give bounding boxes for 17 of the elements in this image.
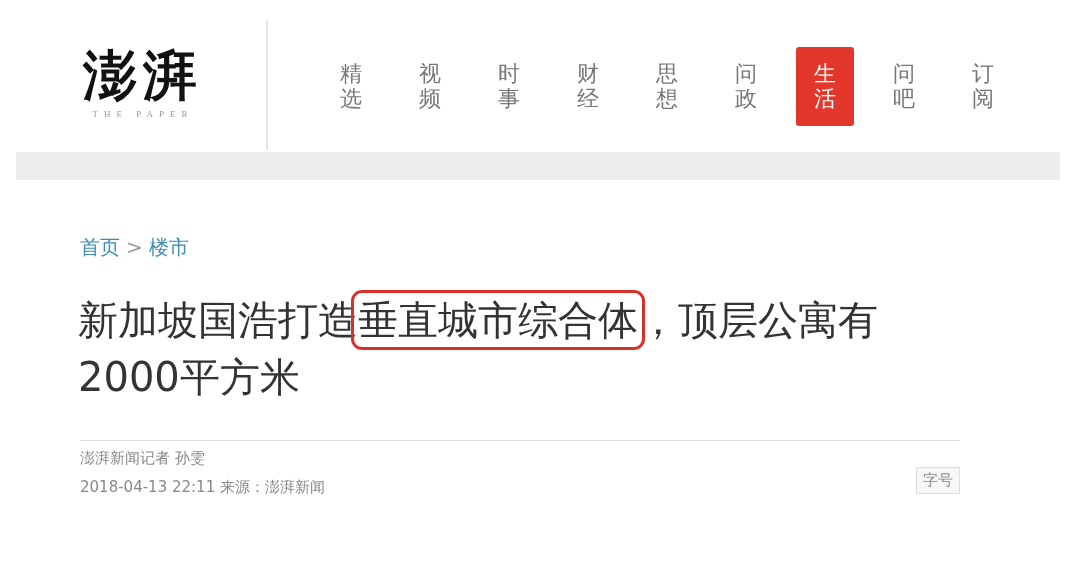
- font-size-button[interactable]: 字号: [916, 467, 960, 494]
- nav-tab[interactable]: 订阅: [954, 47, 1012, 126]
- nav-tab[interactable]: 精选: [322, 47, 380, 126]
- nav-tab[interactable]: 问吧: [875, 47, 933, 126]
- breadcrumb-separator: >: [126, 234, 143, 261]
- logo[interactable]: 澎湃: [83, 48, 203, 103]
- breadcrumb-link[interactable]: 楼市: [148, 232, 189, 262]
- publish-info: 2018-04-13 22:11 来源：澎湃新闻: [80, 476, 325, 498]
- logo-tagline: THE PAPER: [92, 108, 194, 122]
- nav-tab[interactable]: 时事: [480, 47, 538, 126]
- byline: 澎湃新闻记者 孙雯: [80, 448, 206, 469]
- nav-tab[interactable]: 视频: [401, 47, 459, 126]
- nav-tab[interactable]: 思想: [638, 47, 696, 126]
- nav-tab[interactable]: 生活: [796, 47, 854, 126]
- nav-tab[interactable]: 问政: [717, 47, 775, 126]
- breadcrumb-link[interactable]: 首页: [80, 232, 120, 262]
- nav-tab[interactable]: 财经: [559, 47, 617, 126]
